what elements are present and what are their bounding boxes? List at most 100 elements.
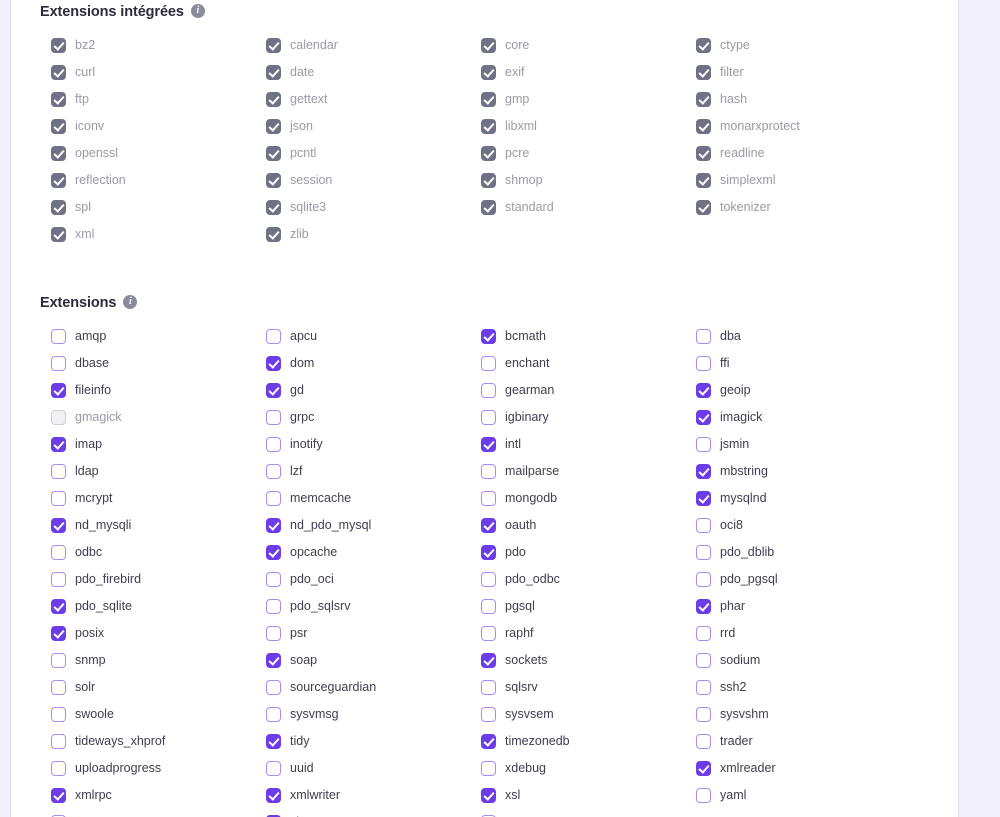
- extension-row[interactable]: xmlreader: [685, 755, 900, 782]
- checkbox-checked-icon[interactable]: [266, 383, 281, 398]
- checkbox-unchecked-icon[interactable]: [51, 491, 66, 506]
- checkbox-checked-icon[interactable]: [696, 383, 711, 398]
- extension-row[interactable]: pdo: [470, 539, 685, 566]
- extension-row[interactable]: bcmath: [470, 323, 685, 350]
- extension-row[interactable]: swoole: [40, 701, 255, 728]
- extension-row[interactable]: xdebug: [470, 755, 685, 782]
- checkbox-unchecked-icon[interactable]: [266, 572, 281, 587]
- extension-row[interactable]: sysvshm: [685, 701, 900, 728]
- checkbox-unchecked-icon[interactable]: [51, 464, 66, 479]
- checkbox-unchecked-icon[interactable]: [696, 572, 711, 587]
- extension-row[interactable]: uploadprogress: [40, 755, 255, 782]
- extension-row[interactable]: xmlwriter: [255, 782, 470, 809]
- extension-row[interactable]: posix: [40, 620, 255, 647]
- checkbox-checked-icon[interactable]: [266, 518, 281, 533]
- extension-row[interactable]: pdo_dblib: [685, 539, 900, 566]
- checkbox-checked-icon[interactable]: [51, 599, 66, 614]
- checkbox-unchecked-icon[interactable]: [696, 680, 711, 695]
- extension-row[interactable]: dbase: [40, 350, 255, 377]
- extension-row[interactable]: grpc: [255, 404, 470, 431]
- extension-row[interactable]: opcache: [255, 539, 470, 566]
- extension-row[interactable]: mcrypt: [40, 485, 255, 512]
- checkbox-unchecked-icon[interactable]: [51, 734, 66, 749]
- checkbox-unchecked-icon[interactable]: [696, 329, 711, 344]
- checkbox-checked-icon[interactable]: [696, 599, 711, 614]
- checkbox-checked-icon[interactable]: [481, 545, 496, 560]
- extension-row[interactable]: xmlrpc: [40, 782, 255, 809]
- checkbox-unchecked-icon[interactable]: [481, 356, 496, 371]
- extension-row[interactable]: psr: [255, 620, 470, 647]
- checkbox-checked-icon[interactable]: [266, 653, 281, 668]
- checkbox-unchecked-icon[interactable]: [696, 518, 711, 533]
- info-icon[interactable]: i: [190, 4, 205, 18]
- extension-row[interactable]: ssh2: [685, 674, 900, 701]
- extension-row[interactable]: phar: [685, 593, 900, 620]
- checkbox-unchecked-icon[interactable]: [481, 761, 496, 776]
- extension-row[interactable]: zip: [255, 809, 470, 817]
- checkbox-unchecked-icon[interactable]: [51, 761, 66, 776]
- extension-row[interactable]: fileinfo: [40, 377, 255, 404]
- checkbox-unchecked-icon[interactable]: [481, 491, 496, 506]
- extension-row[interactable]: pdo_sqlsrv: [255, 593, 470, 620]
- checkbox-unchecked-icon[interactable]: [481, 410, 496, 425]
- extension-row[interactable]: trader: [685, 728, 900, 755]
- extension-row[interactable]: zmq: [470, 809, 685, 817]
- checkbox-unchecked-icon[interactable]: [696, 788, 711, 803]
- extension-row[interactable]: mysqlnd: [685, 485, 900, 512]
- checkbox-unchecked-icon[interactable]: [266, 464, 281, 479]
- extension-row[interactable]: nd_mysqli: [40, 512, 255, 539]
- extension-row[interactable]: imagick: [685, 404, 900, 431]
- extension-row[interactable]: pdo_firebird: [40, 566, 255, 593]
- checkbox-unchecked-icon[interactable]: [266, 707, 281, 722]
- extension-row[interactable]: snmp: [40, 647, 255, 674]
- checkbox-unchecked-icon[interactable]: [481, 680, 496, 695]
- checkbox-unchecked-icon[interactable]: [696, 653, 711, 668]
- checkbox-checked-icon[interactable]: [266, 545, 281, 560]
- checkbox-unchecked-icon[interactable]: [481, 464, 496, 479]
- checkbox-checked-icon[interactable]: [51, 626, 66, 641]
- extension-row[interactable]: sourceguardian: [255, 674, 470, 701]
- extension-row[interactable]: rrd: [685, 620, 900, 647]
- extension-row[interactable]: timezonedb: [470, 728, 685, 755]
- checkbox-checked-icon[interactable]: [51, 383, 66, 398]
- checkbox-unchecked-icon[interactable]: [696, 707, 711, 722]
- checkbox-unchecked-icon[interactable]: [266, 626, 281, 641]
- extension-row[interactable]: yaz: [40, 809, 255, 817]
- checkbox-unchecked-icon[interactable]: [481, 707, 496, 722]
- checkbox-checked-icon[interactable]: [51, 437, 66, 452]
- checkbox-unchecked-icon[interactable]: [266, 437, 281, 452]
- checkbox-checked-icon[interactable]: [266, 356, 281, 371]
- info-icon[interactable]: i: [123, 295, 138, 309]
- checkbox-unchecked-icon[interactable]: [696, 626, 711, 641]
- checkbox-unchecked-icon[interactable]: [481, 626, 496, 641]
- checkbox-checked-icon[interactable]: [51, 788, 66, 803]
- extension-row[interactable]: gearman: [470, 377, 685, 404]
- checkbox-unchecked-icon[interactable]: [696, 356, 711, 371]
- extension-row[interactable]: pgsql: [470, 593, 685, 620]
- extension-row[interactable]: sodium: [685, 647, 900, 674]
- checkbox-unchecked-icon[interactable]: [481, 599, 496, 614]
- extension-row[interactable]: pdo_odbc: [470, 566, 685, 593]
- extension-row[interactable]: lzf: [255, 458, 470, 485]
- extension-row[interactable]: ldap: [40, 458, 255, 485]
- extension-row[interactable]: imap: [40, 431, 255, 458]
- extension-row[interactable]: nd_pdo_mysql: [255, 512, 470, 539]
- extension-row[interactable]: dba: [685, 323, 900, 350]
- extension-row[interactable]: mailparse: [470, 458, 685, 485]
- checkbox-unchecked-icon[interactable]: [266, 599, 281, 614]
- checkbox-unchecked-icon[interactable]: [481, 383, 496, 398]
- checkbox-unchecked-icon[interactable]: [266, 680, 281, 695]
- extension-row[interactable]: pdo_pgsql: [685, 566, 900, 593]
- extension-row[interactable]: ffi: [685, 350, 900, 377]
- checkbox-unchecked-icon[interactable]: [51, 653, 66, 668]
- extension-row[interactable]: gd: [255, 377, 470, 404]
- checkbox-checked-icon[interactable]: [696, 491, 711, 506]
- extension-row[interactable]: tidy: [255, 728, 470, 755]
- checkbox-checked-icon[interactable]: [266, 788, 281, 803]
- extension-row[interactable]: sysvsem: [470, 701, 685, 728]
- extension-row[interactable]: sockets: [470, 647, 685, 674]
- extension-row[interactable]: intl: [470, 431, 685, 458]
- checkbox-unchecked-icon[interactable]: [266, 410, 281, 425]
- checkbox-checked-icon[interactable]: [481, 518, 496, 533]
- extension-row[interactable]: oauth: [470, 512, 685, 539]
